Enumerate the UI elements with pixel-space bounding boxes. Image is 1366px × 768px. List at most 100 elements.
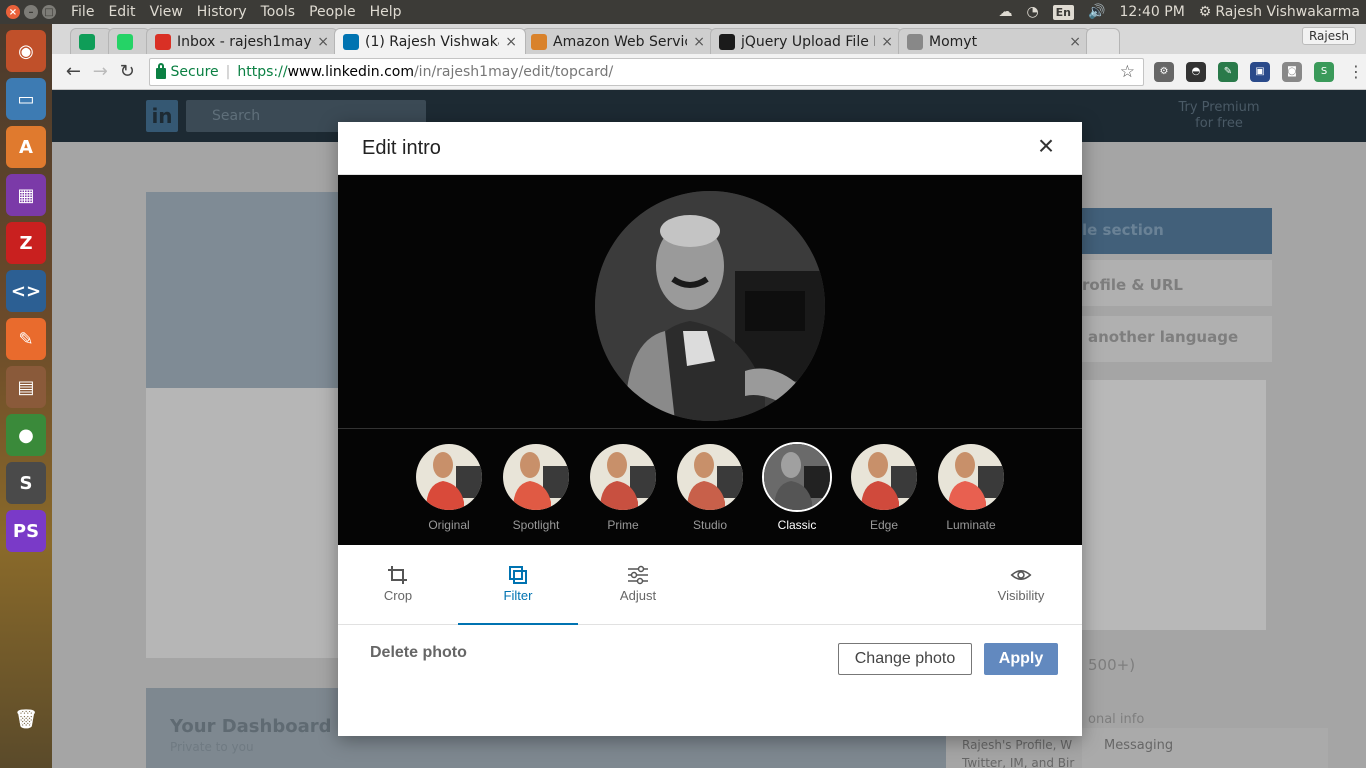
address-bar[interactable]: Secure | https:// www.linkedin.com /in/r… xyxy=(148,57,1144,86)
remote-desktop-icon[interactable]: ▭ xyxy=(6,78,46,120)
tab-close-icon[interactable]: × xyxy=(881,34,893,50)
secure-indicator[interactable]: Secure xyxy=(155,62,219,80)
clock[interactable]: 12:40 PM xyxy=(1119,4,1184,20)
extension-camera-icon[interactable]: ▣ xyxy=(1250,61,1270,82)
browser-menu-icon[interactable]: ⋮ xyxy=(1346,62,1366,82)
maximize-window-button[interactable]: □ xyxy=(42,5,56,19)
trash-icon[interactable]: 🗑 xyxy=(6,698,46,740)
wifi-icon[interactable]: ◔ xyxy=(1026,4,1038,20)
adjust-tool[interactable]: Adjust xyxy=(578,545,698,625)
system-indicators: ☁ ◔ En 🔊 12:40 PM ⚙ Rajesh Vishwakarma xyxy=(998,0,1360,24)
phpstorm-icon[interactable]: PS xyxy=(6,510,46,552)
code-editor-icon[interactable]: <> xyxy=(6,270,46,312)
crop-tool[interactable]: Crop xyxy=(338,545,458,625)
profile-banner xyxy=(146,192,366,388)
filter-label: Edge xyxy=(869,518,899,532)
url-separator: | xyxy=(225,63,231,80)
linkedin-icon xyxy=(343,33,359,50)
another-language-label: another language xyxy=(1088,328,1239,346)
forward-arrow-icon[interactable]: → xyxy=(87,58,114,86)
person-photo-illustration xyxy=(595,191,825,421)
filezilla-icon[interactable]: Z xyxy=(6,222,46,264)
browser-tab[interactable] xyxy=(108,28,150,54)
archive-icon[interactable]: ▤ xyxy=(6,366,46,408)
filter-option-spotlight[interactable]: Spotlight xyxy=(501,442,571,545)
filter-label: Original xyxy=(428,518,470,532)
extension-colorpicker-icon[interactable]: ✎ xyxy=(1218,61,1238,82)
browser-tab[interactable]: (1) Rajesh Vishwakarma × xyxy=(334,28,526,54)
filter-option-original[interactable]: Original xyxy=(414,442,484,545)
try-premium-link[interactable]: Try Premium for free xyxy=(1174,100,1264,132)
back-arrow-icon[interactable]: ← xyxy=(60,58,87,86)
adjust-label: Adjust xyxy=(619,588,657,603)
menu-view[interactable]: View xyxy=(143,4,190,20)
apply-button[interactable]: Apply xyxy=(984,643,1058,675)
menu-people[interactable]: People xyxy=(302,4,363,20)
extension-incognito-icon[interactable]: ◓ xyxy=(1186,61,1206,82)
browser-tab[interactable] xyxy=(70,28,112,54)
ubuntu-dash-icon[interactable]: ◉ xyxy=(6,30,46,72)
browser-tab[interactable]: Amazon Web Services × xyxy=(522,28,714,54)
visibility-tool[interactable]: Visibility xyxy=(961,545,1081,625)
profile-chip[interactable]: Rajesh xyxy=(1301,27,1356,45)
whatsapp-icon xyxy=(117,33,133,50)
tab-close-icon[interactable]: × xyxy=(1069,34,1081,50)
user-name[interactable]: Rajesh Vishwakarma xyxy=(1215,4,1360,20)
new-tab-button[interactable] xyxy=(1086,28,1120,54)
browser-tab[interactable]: jQuery Upload File Plugin × xyxy=(710,28,902,54)
linkedin-logo-icon[interactable]: in xyxy=(146,100,178,132)
adjust-sliders-icon xyxy=(627,565,649,585)
photo-preview-area xyxy=(338,175,1082,429)
filter-option-luminate[interactable]: Luminate xyxy=(936,442,1006,545)
delete-photo-button[interactable]: Delete photo xyxy=(370,644,467,662)
postman-icon[interactable]: ✎ xyxy=(6,318,46,360)
session-gear-icon[interactable]: ⚙ xyxy=(1199,4,1212,20)
workspace-icon[interactable]: ▦ xyxy=(6,174,46,216)
page-icon xyxy=(907,33,923,50)
filter-option-studio[interactable]: Studio xyxy=(675,442,745,545)
extension-icons: ⚙ ◓ ✎ ▣ ◙ S ⋮ xyxy=(1154,61,1366,82)
browser-tab[interactable]: Momyt × xyxy=(898,28,1090,54)
menu-history[interactable]: History xyxy=(190,4,254,20)
volume-icon[interactable]: 🔊 xyxy=(1088,4,1105,20)
menu-help[interactable]: Help xyxy=(363,4,409,20)
filter-label: Spotlight xyxy=(512,518,560,532)
filter-option-edge[interactable]: Edge xyxy=(849,442,919,545)
change-photo-button[interactable]: Change photo xyxy=(838,643,972,675)
tab-close-icon[interactable]: × xyxy=(693,34,705,50)
modal-footer: Delete photo Change photo Apply xyxy=(338,626,1082,696)
menu-tools[interactable]: Tools xyxy=(254,4,303,20)
minimize-window-button[interactable]: – xyxy=(24,5,38,19)
menu-edit[interactable]: Edit xyxy=(101,4,142,20)
extension-settings-icon[interactable]: ⚙ xyxy=(1154,61,1174,82)
menu-file[interactable]: File xyxy=(64,4,101,20)
close-icon[interactable]: × xyxy=(1034,132,1058,160)
extension-share-icon[interactable]: S xyxy=(1314,61,1334,82)
filter-tool[interactable]: Filter xyxy=(458,545,578,625)
filter-thumbnail xyxy=(936,442,1006,512)
filter-thumbnail xyxy=(675,442,745,512)
system-top-panel: × – □ File Edit View History Tools Peopl… xyxy=(0,0,1366,24)
bookmark-star-icon[interactable]: ☆ xyxy=(1120,62,1135,82)
filter-option-classic[interactable]: Classic xyxy=(762,442,832,545)
skype-icon[interactable]: ☁ xyxy=(998,4,1012,20)
filter-label: Filter xyxy=(503,588,533,603)
add-section-label: le section xyxy=(1082,221,1164,239)
profile-note: Rajesh's Profile, W xyxy=(962,738,1073,752)
keyboard-layout-indicator[interactable]: En xyxy=(1052,4,1075,20)
software-center-icon[interactable]: A xyxy=(6,126,46,168)
tab-close-icon[interactable]: × xyxy=(317,34,329,50)
chrome-icon[interactable]: ● xyxy=(6,414,46,456)
unity-launcher: ◉ ▭ A ▦ Z <> ✎ ▤ ● S PS 🗑 xyxy=(0,24,52,768)
filter-option-prime[interactable]: Prime xyxy=(588,442,658,545)
sublime-icon[interactable]: S xyxy=(6,462,46,504)
reload-icon[interactable]: ↻ xyxy=(114,58,141,86)
url-host: www.linkedin.com xyxy=(287,63,414,80)
filter-thumbnail xyxy=(762,442,832,512)
modal-header: Edit intro × xyxy=(338,122,1082,175)
tab-close-icon[interactable]: × xyxy=(505,34,517,50)
extension-screenshot-icon[interactable]: ◙ xyxy=(1282,61,1302,82)
tab-label: (1) Rajesh Vishwakarma xyxy=(365,33,499,50)
close-window-button[interactable]: × xyxy=(6,5,20,19)
browser-tab[interactable]: Inbox - rajesh1may@ × xyxy=(146,28,338,54)
